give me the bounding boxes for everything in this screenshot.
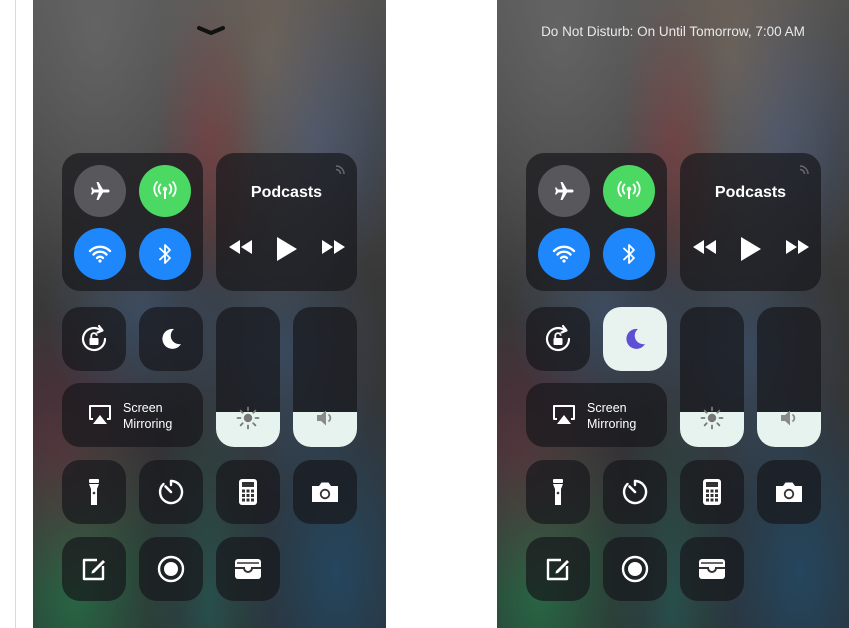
volume-slider[interactable] — [757, 307, 821, 447]
moon-icon — [162, 328, 181, 349]
cellular-icon — [153, 181, 177, 199]
rewind-icon[interactable] — [229, 240, 253, 254]
do-not-disturb-button[interactable] — [603, 307, 667, 371]
screen-mirroring-label-line1: Screen — [587, 401, 627, 415]
brightness-slider[interactable] — [216, 307, 280, 447]
flashlight-button[interactable] — [526, 460, 590, 524]
brightness-slider[interactable] — [680, 307, 744, 447]
screen-recording-button[interactable] — [139, 537, 203, 601]
camera-button[interactable] — [293, 460, 357, 524]
wallet-icon — [699, 559, 725, 579]
notes-button[interactable] — [526, 537, 590, 601]
wifi-toggle[interactable] — [538, 228, 590, 280]
wallet-icon — [235, 559, 261, 579]
record-icon — [157, 555, 185, 583]
control-center-screen-right: Do Not Disturb: On Until Tomorrow, 7:00 … — [497, 0, 849, 628]
rotation-lock-icon — [545, 324, 571, 352]
timer-button[interactable] — [139, 460, 203, 524]
bluetooth-toggle[interactable] — [603, 228, 655, 280]
wifi-toggle[interactable] — [74, 228, 126, 280]
airplane-mode-toggle[interactable] — [538, 165, 590, 217]
speaker-icon — [317, 410, 332, 426]
cellular-data-toggle[interactable] — [603, 165, 655, 217]
timer-icon — [622, 479, 648, 505]
sun-icon — [700, 406, 724, 430]
timer-button[interactable] — [603, 460, 667, 524]
sun-icon — [236, 406, 260, 430]
media-player-panel[interactable]: Podcasts — [680, 153, 821, 291]
wallet-button[interactable] — [680, 537, 744, 601]
cellular-data-toggle[interactable] — [139, 165, 191, 217]
media-title: Podcasts — [250, 184, 323, 201]
screen-mirroring-button[interactable]: Screen Mirroring — [62, 383, 203, 447]
media-title: Podcasts — [714, 184, 787, 201]
rotation-lock-button[interactable] — [526, 307, 590, 371]
cellular-icon — [617, 181, 641, 199]
flashlight-icon — [89, 479, 99, 505]
calculator-button[interactable] — [216, 460, 280, 524]
airplane-icon — [555, 182, 574, 200]
rotation-lock-icon — [81, 324, 107, 352]
airplane-icon — [91, 182, 110, 200]
control-center-screen-left: Podcasts Screen Mirroring — [33, 0, 386, 628]
notes-button[interactable] — [62, 537, 126, 601]
bluetooth-icon — [623, 244, 635, 264]
record-icon — [621, 555, 649, 583]
wifi-icon — [552, 245, 576, 263]
timer-icon — [158, 479, 184, 505]
screen-mirroring-icon — [89, 405, 111, 424]
airplay-icon[interactable] — [799, 162, 812, 175]
calculator-icon — [239, 479, 257, 505]
bluetooth-toggle[interactable] — [139, 228, 191, 280]
calculator-button[interactable] — [680, 460, 744, 524]
camera-icon — [776, 482, 802, 502]
connectivity-panel[interactable] — [526, 153, 667, 291]
connectivity-panel[interactable] — [62, 153, 203, 291]
bluetooth-icon — [159, 244, 171, 264]
camera-icon — [312, 482, 338, 502]
rewind-icon[interactable] — [693, 240, 717, 254]
volume-slider[interactable] — [293, 307, 357, 447]
screen-mirroring-icon — [553, 405, 575, 424]
flashlight-button[interactable] — [62, 460, 126, 524]
rotation-lock-button[interactable] — [62, 307, 126, 371]
wallet-button[interactable] — [216, 537, 280, 601]
wifi-icon — [88, 245, 112, 263]
speaker-icon — [781, 410, 796, 426]
camera-button[interactable] — [757, 460, 821, 524]
screen-mirroring-label-line1: Screen — [123, 401, 163, 415]
screen-mirroring-button[interactable]: Screen Mirroring — [526, 383, 667, 447]
moon-icon — [626, 328, 645, 349]
airplay-icon[interactable] — [335, 162, 348, 175]
forward-icon[interactable] — [321, 240, 345, 254]
flashlight-icon — [553, 479, 563, 505]
airplane-mode-toggle[interactable] — [74, 165, 126, 217]
left-page-edge — [15, 0, 16, 628]
play-icon[interactable] — [740, 237, 762, 261]
do-not-disturb-status: Do Not Disturb: On Until Tomorrow, 7:00 … — [541, 24, 805, 39]
forward-icon[interactable] — [785, 240, 809, 254]
screen-mirroring-label-line2: Mirroring — [587, 417, 637, 431]
screen-mirroring-label-line2: Mirroring — [123, 417, 173, 431]
chevron-down-icon[interactable] — [196, 24, 226, 38]
calculator-icon — [703, 479, 721, 505]
do-not-disturb-button[interactable] — [139, 307, 203, 371]
screen-recording-button[interactable] — [603, 537, 667, 601]
notes-icon — [82, 558, 105, 581]
play-icon[interactable] — [276, 237, 298, 261]
media-player-panel[interactable]: Podcasts — [216, 153, 357, 291]
notes-icon — [546, 558, 569, 581]
